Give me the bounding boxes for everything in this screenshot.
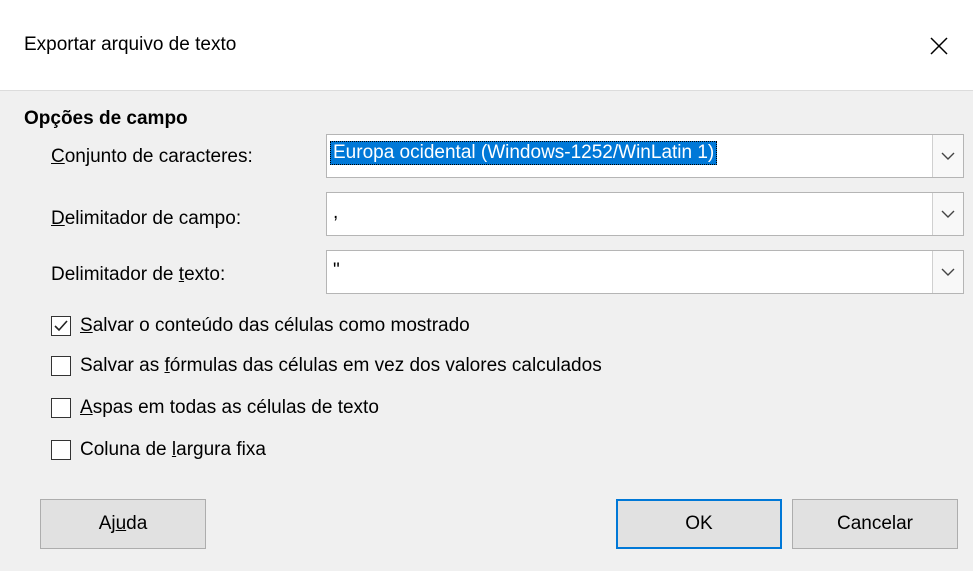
save-as-shown-checkbox[interactable]	[51, 316, 71, 336]
field-delimiter-value[interactable]: ,	[333, 202, 338, 224]
charset-dropdown-button[interactable]	[932, 135, 963, 177]
section-title: Opções de campo	[24, 108, 188, 129]
quote-text-cells-option[interactable]: Aspas em todas as células de texto	[51, 397, 379, 419]
chevron-down-icon	[941, 268, 955, 276]
chevron-down-icon	[941, 152, 955, 160]
quote-text-cells-label: Aspas em todas as células de texto	[80, 397, 379, 418]
save-formulas-option[interactable]: Salvar as fórmulas das células em vez do…	[51, 355, 602, 377]
fixed-width-checkbox[interactable]	[51, 440, 71, 460]
text-delimiter-value[interactable]: "	[333, 260, 340, 282]
charset-label: Conjunto de caracteres:	[51, 146, 253, 167]
cancel-button[interactable]: Cancelar	[792, 499, 958, 549]
save-as-shown-option[interactable]: Salvar o conteúdo das células como mostr…	[51, 315, 470, 337]
save-as-shown-label: Salvar o conteúdo das células como mostr…	[80, 315, 470, 336]
dialog-title: Exportar arquivo de texto	[24, 34, 237, 55]
charset-combobox[interactable]: Europa ocidental (Windows-1252/WinLatin …	[326, 134, 964, 178]
chevron-down-icon	[941, 210, 955, 218]
field-delimiter-label: Delimitador de campo:	[51, 208, 242, 229]
help-button[interactable]: Aj u da	[40, 499, 206, 549]
checkmark-icon	[54, 320, 68, 332]
text-delimiter-dropdown-button[interactable]	[932, 251, 963, 293]
fixed-width-label: Coluna de largura fixa	[80, 439, 266, 460]
text-delimiter-label: Delimitador de texto:	[51, 264, 226, 285]
fixed-width-option[interactable]: Coluna de largura fixa	[51, 439, 266, 461]
quote-text-cells-checkbox[interactable]	[51, 398, 71, 418]
title-bar: Exportar arquivo de texto	[0, 0, 973, 91]
field-delimiter-combobox[interactable]: ,	[326, 192, 964, 236]
field-delimiter-dropdown-button[interactable]	[932, 193, 963, 235]
close-button[interactable]	[919, 26, 959, 66]
text-delimiter-combobox[interactable]: "	[326, 250, 964, 294]
save-formulas-checkbox[interactable]	[51, 356, 71, 376]
close-icon	[930, 37, 948, 55]
save-formulas-label: Salvar as fórmulas das células em vez do…	[80, 355, 602, 376]
ok-button[interactable]: OK	[616, 499, 782, 549]
charset-value: Europa ocidental (Windows-1252/WinLatin …	[330, 141, 718, 165]
